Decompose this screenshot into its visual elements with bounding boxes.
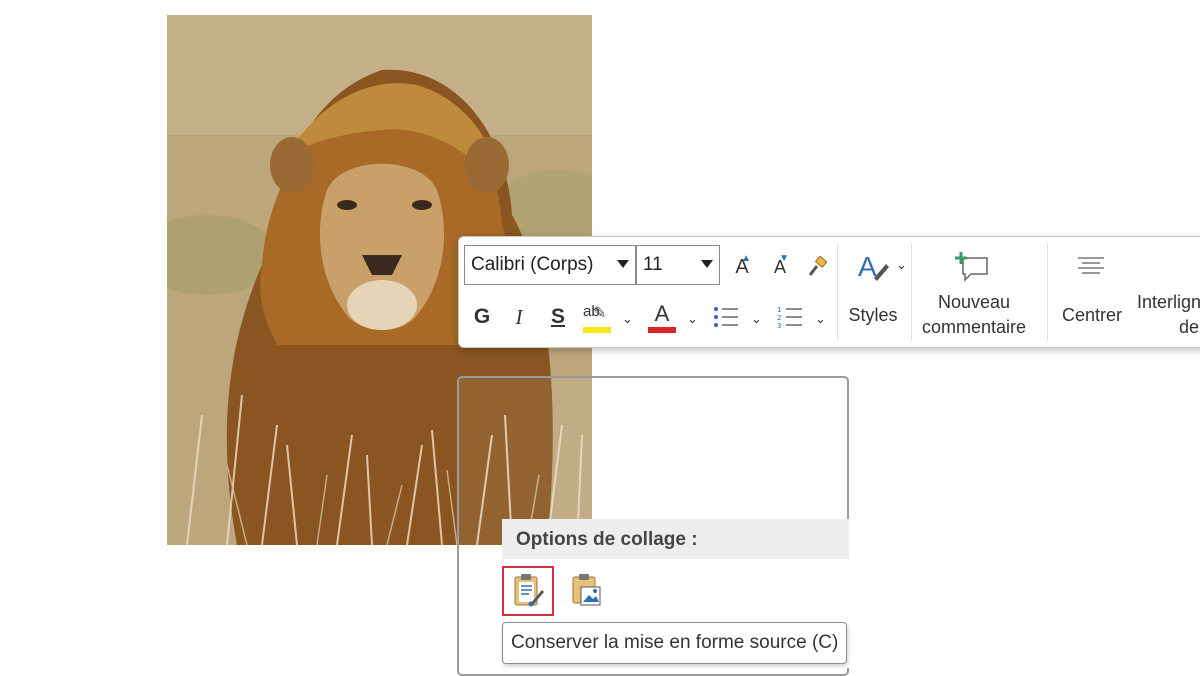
numbering-button[interactable]: 1 2 3 <box>775 301 805 333</box>
italic-button[interactable]: I <box>504 301 534 333</box>
toolbar-divider <box>1047 243 1048 341</box>
chevron-down-icon[interactable]: ⌄ <box>896 257 907 273</box>
line-spacing-line2: de <box>1179 317 1200 337</box>
chevron-down-icon[interactable]: ⌄ <box>622 311 633 327</box>
align-center-icon <box>1078 257 1104 274</box>
new-comment-icon <box>955 252 988 282</box>
underline-label: S <box>550 305 565 328</box>
bullets-button[interactable] <box>711 301 741 333</box>
grow-arrow-icon: ▲ <box>741 253 751 264</box>
picture-paste-icon <box>572 574 601 606</box>
toolbar-divider <box>837 243 838 341</box>
keep-source-formatting-icon <box>514 574 544 607</box>
bold-button[interactable]: G <box>467 301 497 333</box>
shrink-arrow-icon: ▼ <box>779 253 789 264</box>
new-comment-label: Nouveau commentaire <box>914 290 1034 340</box>
numbered-list-icon: 1 2 3 <box>777 306 802 330</box>
mini-toolbar: Calibri (Corps) 11 A ▲ A ▼ G I S ab ✎ ⌄ <box>458 236 1200 348</box>
font-color-bar <box>648 327 676 333</box>
new-comment-line1: Nouveau <box>937 292 1011 312</box>
toolbar-divider <box>911 243 912 341</box>
chevron-down-icon[interactable] <box>617 260 629 268</box>
paste-as-picture-button[interactable] <box>560 566 612 616</box>
line-spacing-line1: Interligne <box>1137 292 1200 312</box>
new-comment-line2: commentaire <box>921 317 1027 337</box>
grow-font-button[interactable]: A ▲ <box>727 251 757 283</box>
font-size-select[interactable]: 11 <box>636 245 720 285</box>
styles-button[interactable]: A <box>854 247 894 287</box>
chevron-down-icon[interactable]: ⌄ <box>815 311 826 327</box>
svg-text:3: 3 <box>777 322 781 330</box>
format-painter-button[interactable] <box>803 251 833 283</box>
underline-button[interactable]: S <box>543 301 573 333</box>
keep-source-formatting-button[interactable] <box>502 566 554 616</box>
line-spacing-button[interactable]: Interligne de <box>1137 290 1200 340</box>
svg-text:A: A <box>858 251 877 282</box>
center-button[interactable] <box>1073 251 1109 283</box>
svg-text:2: 2 <box>777 314 781 322</box>
chevron-down-icon[interactable]: ⌄ <box>687 311 698 327</box>
svg-text:1: 1 <box>777 306 781 314</box>
styles-icon: A <box>858 251 889 282</box>
new-comment-button[interactable] <box>953 247 993 287</box>
center-label: Centrer <box>1061 305 1123 325</box>
bold-label: G <box>473 305 491 328</box>
font-name-value: Calibri (Corps) <box>471 254 594 275</box>
chevron-down-icon[interactable]: ⌄ <box>751 311 762 327</box>
shrink-font-button[interactable]: A ▼ <box>765 251 795 283</box>
font-color-label: A <box>654 301 670 326</box>
font-size-value: 11 <box>643 254 663 275</box>
format-painter-icon <box>808 256 827 276</box>
bullet-list-icon <box>714 307 738 327</box>
paste-options-header: Options de collage : <box>502 519 849 559</box>
styles-label: Styles <box>848 305 898 325</box>
italic-label: I <box>515 304 523 329</box>
font-color-button[interactable]: A <box>645 299 679 335</box>
font-name-select[interactable]: Calibri (Corps) <box>464 245 636 285</box>
chevron-down-icon[interactable] <box>701 260 713 268</box>
pen-icon: ✎ <box>593 305 607 322</box>
highlight-button[interactable]: ab ✎ <box>579 299 613 335</box>
paste-option-tooltip: Conserver la mise en forme source (C) <box>502 622 848 664</box>
highlight-color-bar <box>583 327 611 333</box>
